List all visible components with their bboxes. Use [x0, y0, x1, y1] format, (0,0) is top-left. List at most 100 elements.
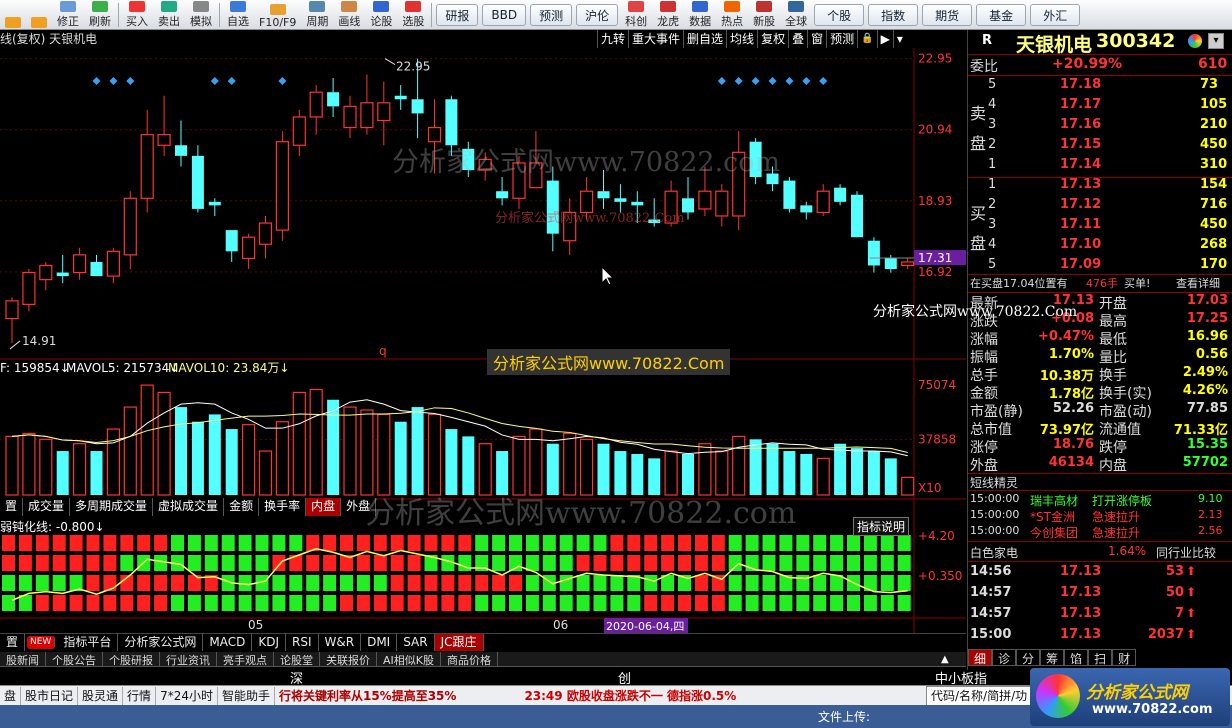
indicator-tab[interactable]: 分析家公式网 — [118, 634, 204, 651]
news-tab[interactable]: 股新闻 — [0, 652, 46, 666]
indicator-tab[interactable]: DMI — [361, 634, 398, 651]
status-item[interactable]: 行情 — [123, 686, 157, 705]
edit-button[interactable]: 修正 — [52, 1, 84, 29]
event-marker-icon[interactable] — [227, 77, 236, 85]
indicator-tab[interactable]: MACD — [203, 634, 253, 651]
quote-tab[interactable]: 诊 — [992, 649, 1017, 666]
bid-price[interactable]: 17.13 — [1060, 177, 1101, 192]
vol-tab[interactable]: 多周期成交量 — [70, 498, 154, 516]
ask-price[interactable]: 17.17 — [1060, 97, 1101, 112]
indicator-tab[interactable]: NEW — [27, 636, 56, 649]
indicator-info-button[interactable]: 指标说明 — [853, 517, 910, 536]
event-marker-icon[interactable] — [126, 77, 135, 85]
status-item[interactable]: 7*24小时 — [156, 686, 218, 705]
global-button[interactable]: 全球 — [780, 1, 812, 29]
menu-icon[interactable]: ▾ — [1208, 33, 1224, 49]
star-market-button[interactable]: 科创 — [620, 1, 652, 29]
dragon-tiger-button[interactable]: 龙虎 — [652, 1, 684, 29]
news-tab[interactable]: AI相似K股 — [377, 652, 441, 666]
toolbar-box-button[interactable]: 沪伦 — [576, 4, 619, 26]
toolbar-market-button[interactable]: 外汇 — [1030, 4, 1081, 26]
indicator-tab[interactable]: KDJ — [252, 634, 287, 651]
draw-line-button[interactable]: 画线 — [333, 1, 365, 29]
indicator-tab[interactable]: JC跟庄 — [434, 634, 484, 651]
toolbar-market-button[interactable]: 期货 — [922, 4, 973, 26]
collapse-icon[interactable]: ▲ — [941, 654, 949, 665]
vol-tab[interactable]: 内盘 — [306, 498, 342, 516]
event-marker-icon[interactable] — [768, 77, 777, 85]
period-button[interactable]: 周期 — [301, 1, 333, 29]
refresh-button[interactable]: 刷新 — [84, 1, 116, 29]
hotspot-button[interactable]: 热点 — [716, 1, 748, 29]
ask-price[interactable]: 17.18 — [1060, 77, 1101, 92]
order-notice-link[interactable]: 查看详细 — [1176, 275, 1220, 291]
forward-button[interactable] — [26, 1, 52, 29]
bid-price[interactable]: 17.10 — [1060, 237, 1101, 252]
event-marker-icon[interactable] — [109, 77, 118, 85]
event-marker-icon[interactable] — [717, 77, 726, 85]
f10-button[interactable]: F10/F9 — [254, 1, 301, 29]
ask-price[interactable]: 17.15 — [1060, 137, 1101, 152]
event-marker-icon[interactable] — [278, 77, 287, 85]
quote-tab[interactable]: 分 — [1016, 649, 1041, 666]
event-marker-icon[interactable] — [819, 77, 828, 85]
toolbar-box-button[interactable]: 研报 — [436, 4, 479, 26]
quote-tab[interactable]: 筹 — [1040, 649, 1065, 666]
data-button[interactable]: 数据 — [684, 1, 716, 29]
event-marker-icon[interactable] — [92, 77, 101, 85]
toolbar-box-button[interactable]: 预测 — [530, 4, 573, 26]
toolbar-market-button[interactable]: 指数 — [868, 4, 919, 26]
toolbar-box-button[interactable]: BBD — [482, 4, 527, 26]
quote-tab[interactable]: 扫 — [1088, 649, 1113, 666]
event-marker-icon[interactable] — [751, 77, 760, 85]
vol-tab[interactable]: 置 — [0, 498, 24, 516]
sprite-stock[interactable]: *ST金洲 — [1030, 508, 1075, 525]
sector-name[interactable]: 白色家电 — [970, 544, 1018, 561]
color-wheel-icon[interactable] — [1188, 34, 1202, 48]
vol-tab[interactable]: 成交量 — [23, 498, 71, 516]
stock-picker-button[interactable]: 选股 — [397, 1, 429, 29]
indicator-tab[interactable]: 置 — [0, 634, 26, 651]
search-input[interactable]: 代码/名称/简拼/功 — [926, 685, 1033, 706]
toolbar-market-button[interactable]: 个股 — [814, 4, 865, 26]
kline-chart[interactable]: 22.95 20.94 18.93 16.9217.31 22.95 14.91 q F: 1… — [0, 30, 966, 663]
event-marker-icon[interactable] — [734, 77, 743, 85]
event-marker-icon[interactable] — [785, 77, 794, 85]
status-item[interactable]: 股灵通 — [78, 686, 124, 705]
simulate-button[interactable]: 模拟 — [185, 1, 217, 29]
news-tab[interactable]: 个股研报 — [103, 652, 160, 666]
news-tab[interactable]: 论股堂 — [274, 652, 320, 666]
status-item[interactable]: 智能助手 — [218, 686, 275, 705]
ask-price[interactable]: 17.16 — [1060, 117, 1101, 132]
status-item[interactable]: 盘 — [0, 686, 22, 705]
news-tab[interactable]: 商品价格 — [441, 652, 498, 666]
status-item[interactable]: 股市日记 — [21, 686, 79, 705]
vol-tab[interactable]: 虚拟成交量 — [153, 498, 225, 516]
news-tab[interactable]: 个股公告 — [46, 652, 103, 666]
indicator-tab[interactable]: RSI — [286, 634, 319, 651]
peer-compare-link[interactable]: 同行业比较 — [1156, 544, 1216, 561]
news-ticker-2[interactable]: 23:49 欧股收盘涨跌不一 德指涨0.5% — [520, 687, 740, 705]
indicator-tab[interactable]: W&R — [319, 634, 362, 651]
sell-button[interactable]: 卖出 — [153, 1, 185, 29]
quote-tab[interactable]: 细 — [968, 649, 993, 666]
indicator-tab[interactable]: SAR — [397, 634, 435, 651]
news-tab[interactable]: 关联报价 — [320, 652, 377, 666]
bid-price[interactable]: 17.11 — [1060, 217, 1101, 232]
watchlist-button[interactable]: 自选 — [222, 1, 254, 29]
sprite-stock[interactable]: 今创集团 — [1030, 524, 1078, 541]
sprite-stock[interactable]: 瑞丰高材 — [1030, 492, 1078, 509]
vol-tab[interactable]: 金额 — [224, 498, 260, 516]
indicator-tab[interactable]: 指标平台 — [57, 634, 119, 651]
toolbar-market-button[interactable]: 基金 — [976, 4, 1027, 26]
bid-price[interactable]: 17.09 — [1060, 257, 1101, 272]
back-button[interactable] — [0, 1, 26, 29]
news-ticker[interactable]: 行将关键利率从15%提高至35% — [275, 687, 460, 705]
event-marker-icon[interactable] — [802, 77, 811, 85]
quote-tab[interactable]: 馅 — [1064, 649, 1089, 666]
news-tab[interactable]: 亮手观点 — [217, 652, 274, 666]
new-stock-button[interactable]: 新股 — [748, 1, 780, 29]
quote-tab[interactable]: 财 — [1112, 649, 1137, 666]
bid-price[interactable]: 17.12 — [1060, 197, 1101, 212]
vol-tab[interactable]: 换手率 — [259, 498, 307, 516]
